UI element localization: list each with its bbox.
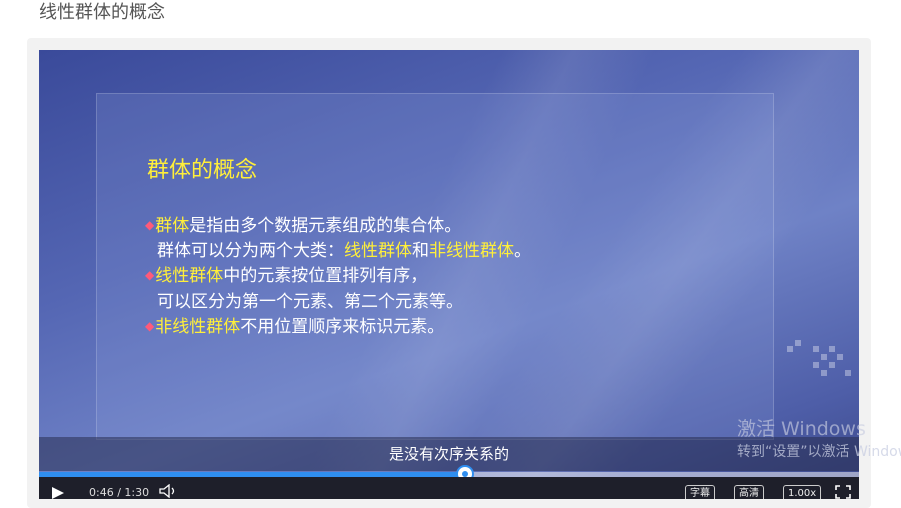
slide-term: 非线性群体 <box>155 317 241 337</box>
slide-term: 群体 <box>155 216 190 236</box>
slide-line-4: 可以区分为第一个元素、第二个元素等。 <box>157 292 463 312</box>
slide-term: 线性群体 <box>344 241 412 261</box>
slide-line-2: 群体可以分为两个大类：线性群体和非线性群体。 <box>157 239 531 263</box>
activation-watermark-text: 转到“设置”以激活 Windows。 <box>737 444 901 460</box>
video-player[interactable]: 群体的概念 ◆群体是指由多个数据元素组成的集合体。 群体可以分为两个大类：线性群… <box>39 50 859 499</box>
slide-heading: 群体的概念 <box>147 158 258 183</box>
slide-text: 不用位置顺序来标识元素。 <box>240 317 445 337</box>
slide-text: 群体可以分为两个大类： <box>157 241 344 261</box>
volume-icon[interactable] <box>159 484 177 498</box>
subtitle-text: 是没有次序关系的 <box>388 445 509 463</box>
slide-line-5: ◆非线性群体不用位置顺序来标识元素。 <box>145 315 444 340</box>
slide-line-1: ◆群体是指由多个数据元素组成的集合体。 <box>145 214 461 239</box>
slide-term: 线性群体 <box>155 266 224 286</box>
slide-term: 非线性群体 <box>429 241 514 261</box>
slide-text: 。 <box>514 241 531 261</box>
control-bar: 0:46 / 1:30 字幕 高清 1.00x <box>39 477 859 499</box>
decorative-squares <box>787 340 851 384</box>
bullet-icon: ◆ <box>145 319 155 333</box>
quality-button[interactable]: 高清 <box>734 485 764 499</box>
slide-text: 是指由多个数据元素组成的集合体。 <box>189 216 462 236</box>
slide-text: 中的元素按位置排列有序， <box>223 266 428 286</box>
bullet-icon: ◆ <box>145 218 155 232</box>
subtitles-button[interactable]: 字幕 <box>685 485 715 499</box>
play-icon[interactable] <box>51 487 65 499</box>
activation-watermark-title: 激活 Windows <box>737 418 866 440</box>
time-display: 0:46 / 1:30 <box>89 486 150 499</box>
speed-button[interactable]: 1.00x <box>783 485 822 499</box>
bullet-icon: ◆ <box>145 268 155 282</box>
slide-text: 和 <box>412 241 429 261</box>
page-title: 线性群体的概念 <box>39 2 165 23</box>
fullscreen-icon[interactable] <box>835 485 851 499</box>
slide-line-3: ◆线性群体中的元素按位置排列有序， <box>145 264 427 289</box>
